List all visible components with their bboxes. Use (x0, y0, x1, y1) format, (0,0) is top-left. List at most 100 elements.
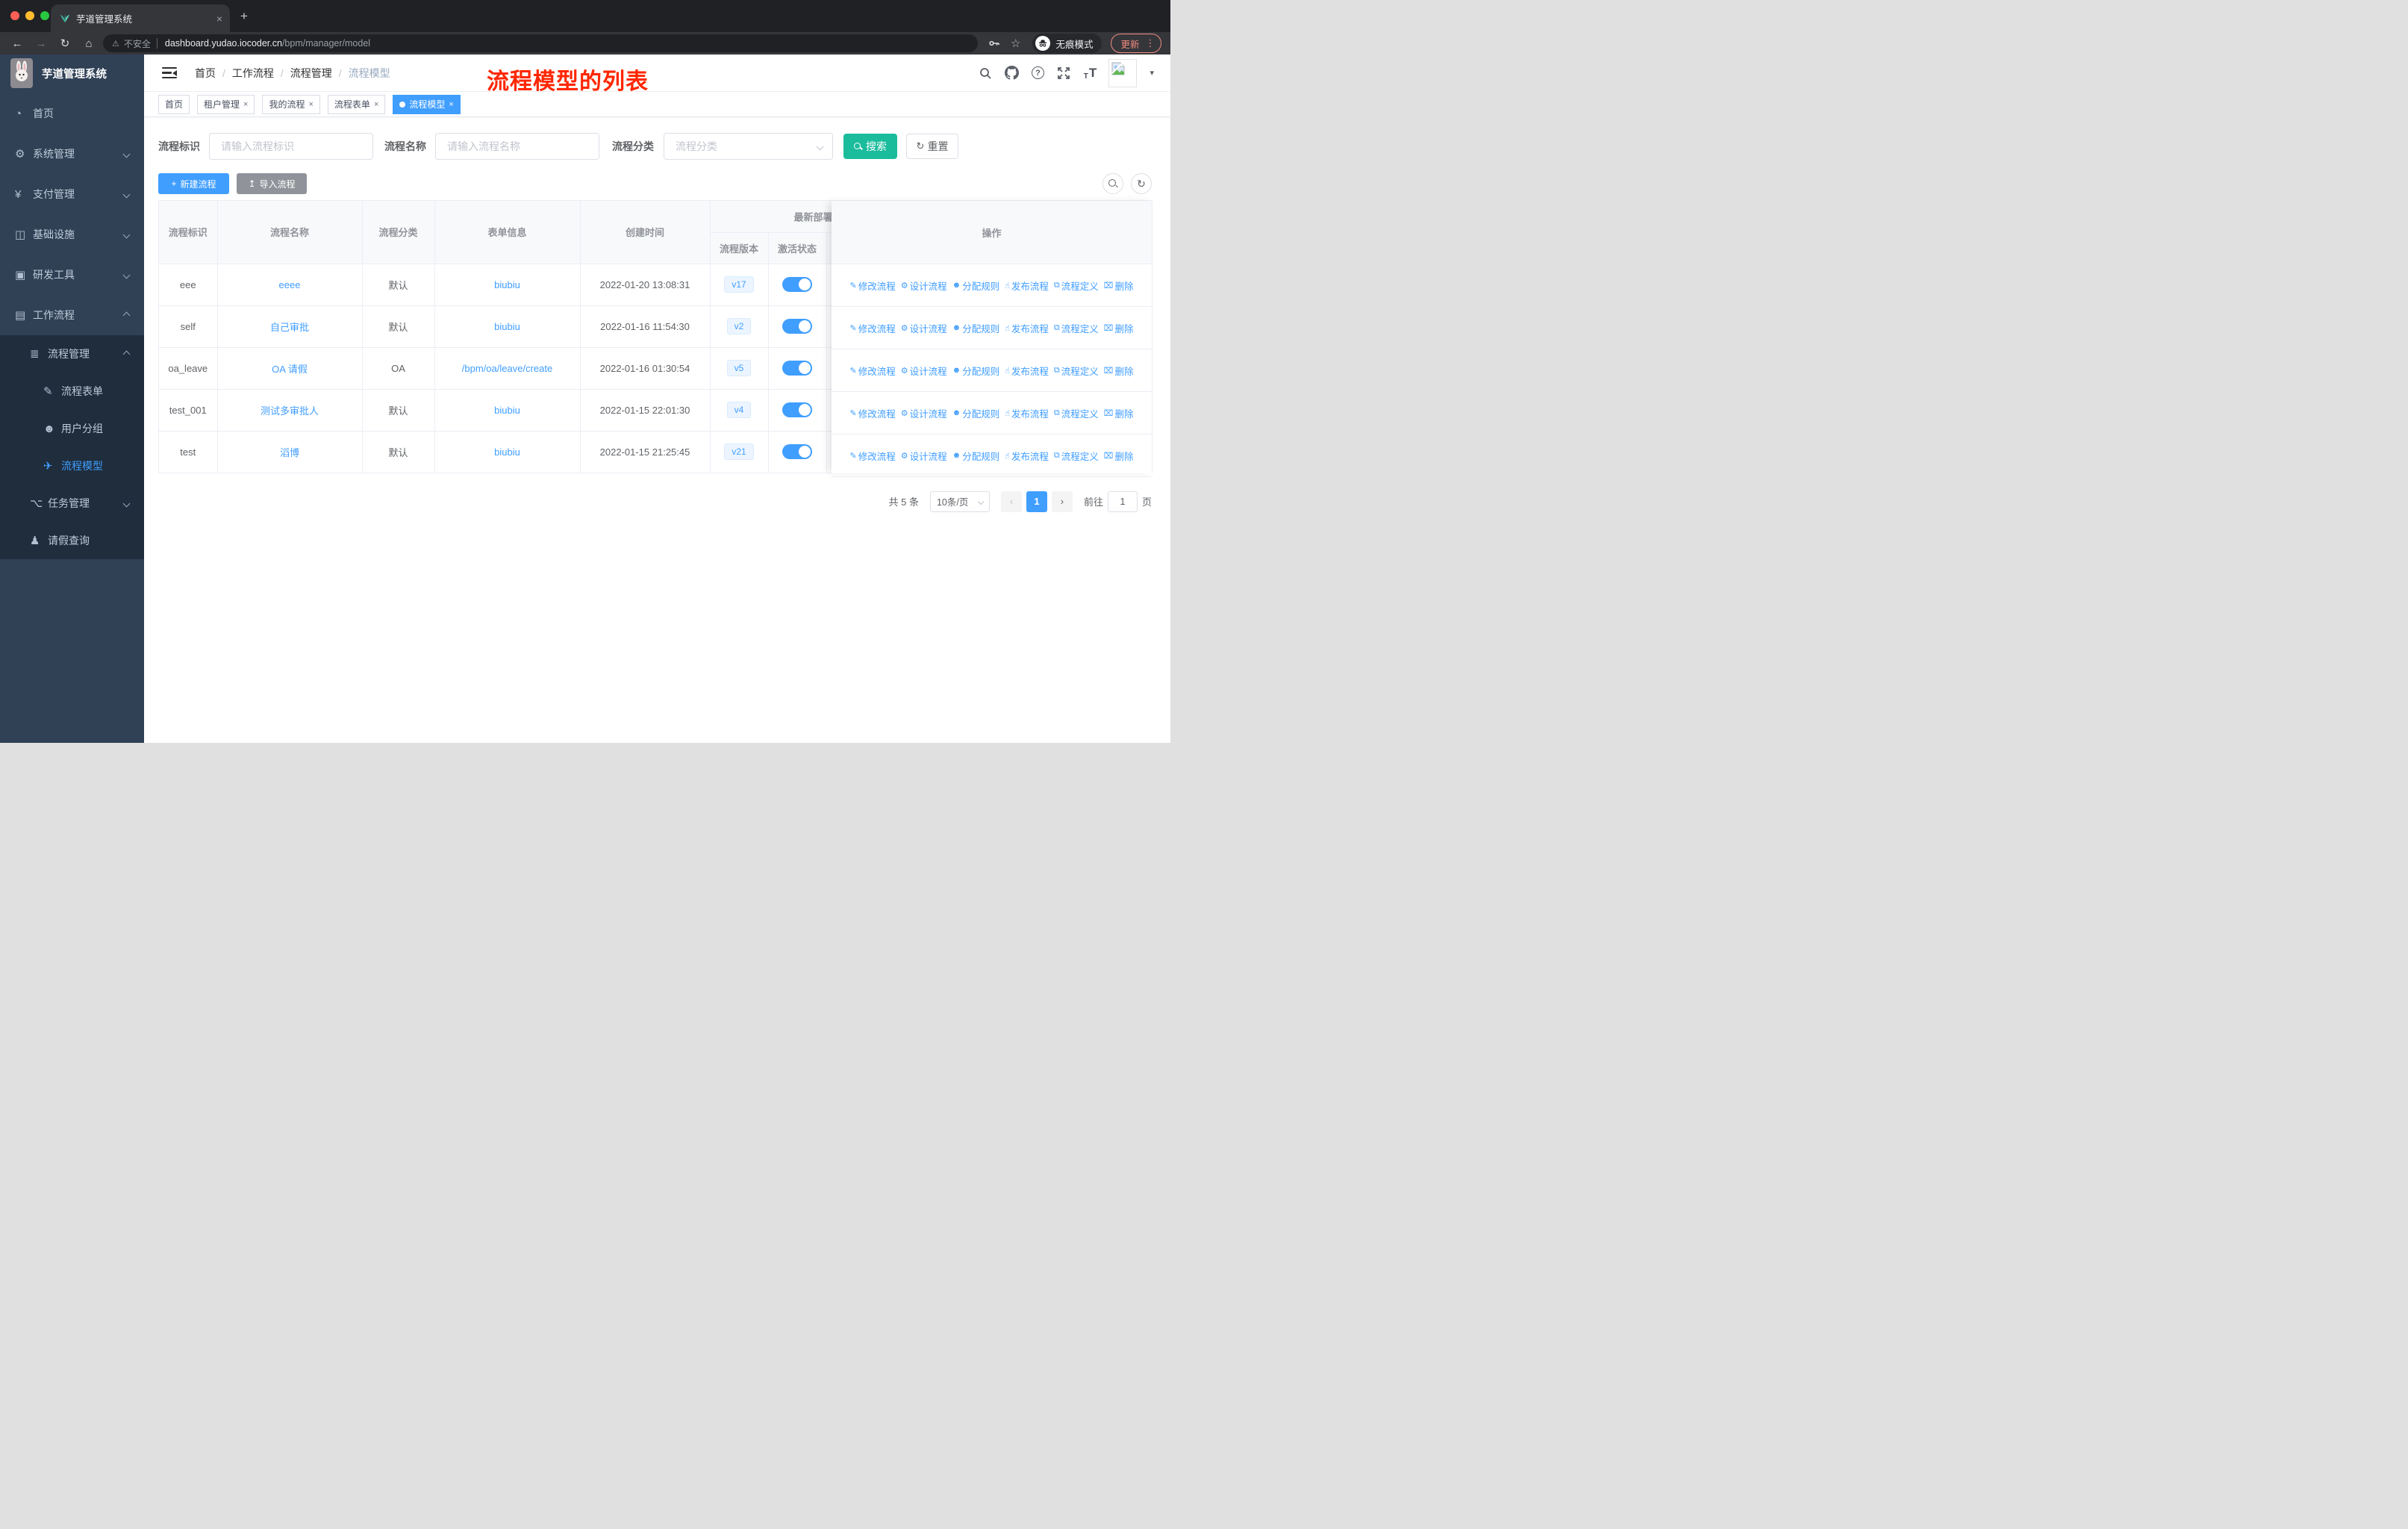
publish-process-link[interactable]: ☝ 发布流程 (1005, 449, 1049, 463)
edit-process-link[interactable]: ✎ 修改流程 (849, 406, 895, 420)
key-icon[interactable] (988, 37, 1000, 49)
sidebar-item-infrastructure[interactable]: ◫ 基础设施 (0, 214, 144, 255)
sidebar-item-process-management[interactable]: ≣ 流程管理 (0, 335, 144, 373)
process-name-input[interactable] (435, 133, 599, 160)
publish-process-link[interactable]: ☝ 发布流程 (1005, 321, 1049, 335)
assign-rule-link[interactable]: ☻ 分配规则 (952, 364, 1000, 378)
sidebar-item-process-model[interactable]: ✈ 流程模型 (0, 447, 144, 485)
sidebar-item-workflow[interactable]: ▤ 工作流程 (0, 295, 144, 335)
tag-my-process[interactable]: 我的流程 × (262, 94, 320, 114)
edit-process-link[interactable]: ✎ 修改流程 (849, 278, 895, 293)
breadcrumb-workflow[interactable]: 工作流程 (232, 66, 274, 81)
back-icon[interactable]: ← (10, 37, 24, 50)
publish-process-link[interactable]: ☝ 发布流程 (1005, 364, 1049, 378)
process-name-link[interactable]: OA 请假 (272, 364, 308, 375)
kebab-menu-icon[interactable]: ⋮ (1145, 37, 1155, 49)
create-process-button[interactable]: + 新建流程 (158, 173, 229, 194)
github-icon[interactable] (1004, 66, 1019, 81)
delete-process-link[interactable]: ⌧ 删除 (1104, 321, 1134, 335)
fullscreen-icon[interactable] (1056, 66, 1071, 81)
tag-process-model[interactable]: 流程模型 × (393, 94, 461, 114)
assign-rule-link[interactable]: ☻ 分配规则 (952, 406, 1000, 420)
help-icon[interactable]: ? (1030, 66, 1045, 81)
prev-page-button[interactable]: ‹ (1000, 491, 1022, 512)
reload-icon[interactable]: ↻ (58, 37, 72, 50)
tag-home[interactable]: 首页 (158, 94, 190, 114)
process-category-select[interactable]: 流程分类 (664, 133, 833, 160)
design-process-link[interactable]: ⚙ 设计流程 (901, 364, 947, 378)
page-size-select[interactable]: 10条/页 (929, 491, 990, 512)
address-bar[interactable]: ⚠ 不安全 dashboard.yudao.iocoder.cn /bpm/ma… (103, 34, 978, 52)
sidebar-item-task-management[interactable]: ⌥ 任务管理 (0, 485, 144, 522)
url-path[interactable]: /bpm/manager/model (282, 38, 370, 49)
goto-page-input[interactable] (1107, 491, 1138, 512)
search-button[interactable]: 搜索 (843, 134, 897, 159)
close-window-button[interactable] (10, 11, 19, 20)
new-tab-button[interactable]: + (240, 9, 248, 24)
process-definition-link[interactable]: ⧉ 流程定义 (1054, 449, 1099, 463)
edit-process-link[interactable]: ✎ 修改流程 (849, 449, 895, 463)
forward-icon[interactable]: → (34, 37, 48, 50)
tag-close-icon[interactable]: × (243, 100, 248, 109)
browser-tab[interactable]: 芋道管理系统 × (51, 4, 230, 32)
caret-down-icon[interactable]: ▾ (1150, 68, 1154, 78)
not-secure-label[interactable]: 不安全 (124, 37, 151, 50)
font-size-icon[interactable]: TT (1082, 66, 1097, 81)
process-definition-link[interactable]: ⧉ 流程定义 (1054, 364, 1099, 378)
tag-close-icon[interactable]: × (308, 100, 313, 109)
tag-tenant-management[interactable]: 租户管理 × (197, 94, 255, 114)
process-definition-link[interactable]: ⧉ 流程定义 (1054, 278, 1099, 293)
form-link[interactable]: biubiu (494, 405, 520, 416)
home-icon[interactable]: ⌂ (82, 37, 96, 50)
active-toggle[interactable] (782, 444, 812, 459)
tag-close-icon[interactable]: × (449, 100, 453, 109)
form-link[interactable]: biubiu (494, 446, 520, 458)
active-toggle[interactable] (782, 361, 812, 376)
browser-menu-update-button[interactable]: 更新 ⋮ (1111, 34, 1162, 53)
delete-process-link[interactable]: ⌧ 删除 (1104, 364, 1134, 378)
delete-process-link[interactable]: ⌧ 删除 (1104, 406, 1134, 420)
active-toggle[interactable] (782, 277, 812, 292)
active-toggle[interactable] (782, 319, 812, 334)
edit-process-link[interactable]: ✎ 修改流程 (849, 321, 895, 335)
toggle-search-button[interactable] (1102, 173, 1123, 194)
minimize-window-button[interactable] (25, 11, 34, 20)
publish-process-link[interactable]: ☝ 发布流程 (1005, 278, 1049, 293)
design-process-link[interactable]: ⚙ 设计流程 (901, 406, 947, 420)
form-link[interactable]: biubiu (494, 321, 520, 332)
avatar[interactable] (1108, 58, 1138, 87)
sidebar-item-leave-query[interactable]: ♟ 请假查询 (0, 522, 144, 559)
breadcrumb-home[interactable]: 首页 (195, 66, 216, 81)
process-id-input[interactable] (209, 133, 373, 160)
sidebar-item-user-group[interactable]: ☻ 用户分组 (0, 410, 144, 447)
sidebar-item-home[interactable]: ◔ 首页 (0, 93, 144, 134)
assign-rule-link[interactable]: ☻ 分配规则 (952, 278, 1000, 293)
process-name-link[interactable]: eeee (279, 279, 301, 290)
process-definition-link[interactable]: ⧉ 流程定义 (1054, 321, 1099, 335)
bookmark-star-icon[interactable]: ☆ (1011, 37, 1020, 50)
sidebar-item-devtools[interactable]: ▣ 研发工具 (0, 255, 144, 295)
sidebar-item-payment[interactable]: ¥ 支付管理 (0, 174, 144, 214)
tab-close-icon[interactable]: × (216, 13, 222, 25)
update-label[interactable]: 更新 (1120, 37, 1139, 51)
design-process-link[interactable]: ⚙ 设计流程 (901, 278, 947, 293)
delete-process-link[interactable]: ⌧ 删除 (1104, 278, 1134, 293)
publish-process-link[interactable]: ☝ 发布流程 (1005, 406, 1049, 420)
reset-button[interactable]: ↻ 重置 (906, 134, 958, 159)
collapse-sidebar-icon[interactable] (162, 66, 177, 79)
tag-process-form[interactable]: 流程表单 × (327, 94, 386, 114)
edit-process-link[interactable]: ✎ 修改流程 (849, 364, 895, 378)
process-name-link[interactable]: 测试多审批人 (261, 405, 319, 417)
zoom-window-button[interactable] (40, 11, 49, 20)
refresh-table-button[interactable]: ↻ (1131, 173, 1152, 194)
next-page-button[interactable]: › (1051, 491, 1073, 512)
sidebar-item-process-form[interactable]: ✎ 流程表单 (0, 373, 144, 410)
current-page-button[interactable]: 1 (1026, 491, 1047, 512)
breadcrumb-process-management[interactable]: 流程管理 (290, 66, 332, 81)
sidebar-item-system[interactable]: ⚙ 系统管理 (0, 134, 144, 174)
import-process-button[interactable]: ↥ 导入流程 (237, 173, 307, 194)
active-toggle[interactable] (782, 402, 812, 417)
url-domain[interactable]: dashboard.yudao.iocoder.cn (165, 38, 282, 49)
process-name-link[interactable]: 自己审批 (270, 322, 309, 333)
search-icon[interactable] (978, 66, 993, 81)
